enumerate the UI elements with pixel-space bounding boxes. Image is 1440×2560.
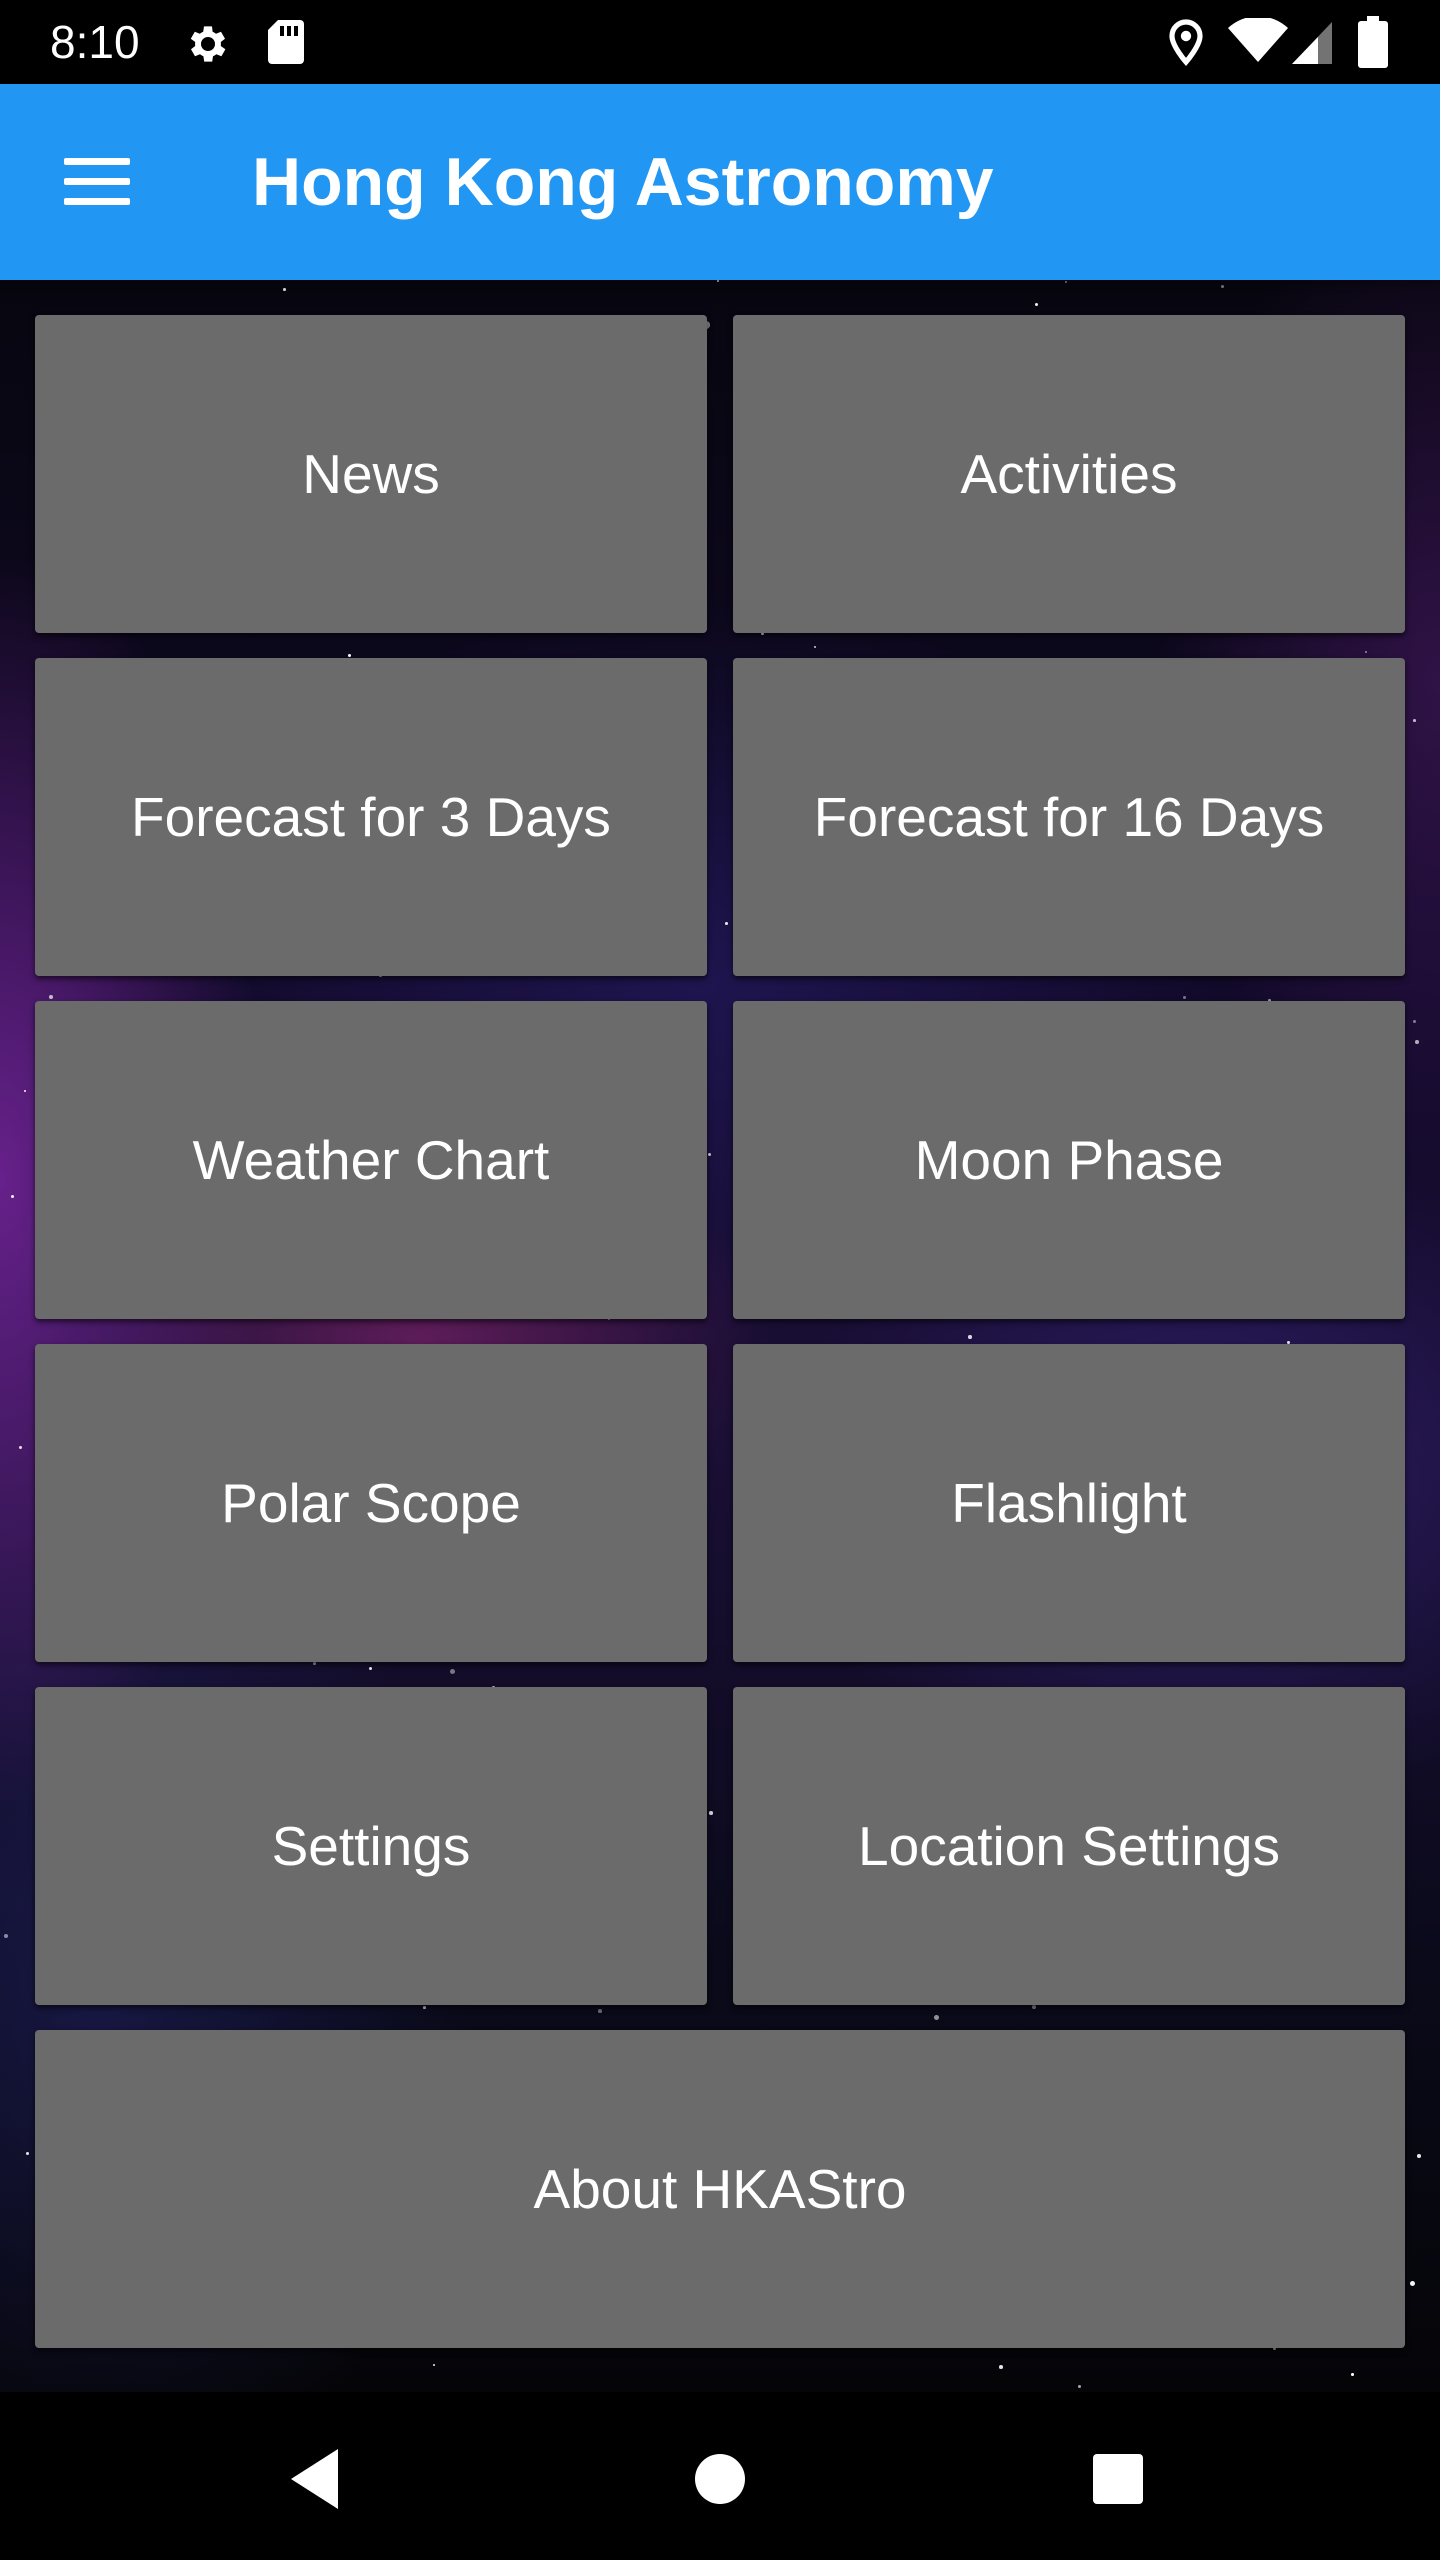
star bbox=[1417, 2154, 1421, 2158]
star bbox=[423, 2006, 426, 2009]
recents-icon[interactable] bbox=[1058, 2434, 1178, 2524]
star bbox=[1221, 285, 1225, 289]
star bbox=[49, 995, 53, 999]
tile-about-hkastro[interactable]: About HKAStro bbox=[35, 2030, 1405, 2348]
tile-label: Settings bbox=[271, 1815, 471, 1877]
tile-moon-phase[interactable]: Moon Phase bbox=[733, 1001, 1405, 1319]
tile-label: Forecast for 3 Days bbox=[131, 786, 611, 848]
app-title: Hong Kong Astronomy bbox=[252, 144, 994, 220]
tile-label: Activities bbox=[960, 443, 1178, 505]
tile-label: Location Settings bbox=[858, 1815, 1280, 1877]
location-icon bbox=[1169, 19, 1203, 66]
status-bar: 8:10 bbox=[0, 0, 1440, 84]
star bbox=[1078, 2385, 1081, 2388]
tile-label: About HKAStro bbox=[533, 2158, 907, 2220]
star bbox=[1032, 2005, 1036, 2009]
star bbox=[433, 2364, 436, 2367]
star bbox=[369, 1667, 373, 1671]
tile-location-settings[interactable]: Location Settings bbox=[733, 1687, 1405, 2005]
star bbox=[1351, 2373, 1354, 2376]
star bbox=[1413, 1020, 1417, 1024]
star bbox=[450, 1669, 456, 1675]
tile-label: Forecast for 16 Days bbox=[813, 786, 1325, 848]
home-icon[interactable] bbox=[660, 2434, 780, 2524]
star bbox=[26, 2152, 29, 2155]
star bbox=[999, 2365, 1003, 2369]
star bbox=[1413, 719, 1416, 722]
navigation-bar bbox=[0, 2392, 1440, 2560]
star bbox=[708, 1153, 712, 1157]
star bbox=[1183, 996, 1187, 1000]
star bbox=[348, 654, 352, 658]
tile-activities[interactable]: Activities bbox=[733, 315, 1405, 633]
wifi-icon bbox=[1228, 18, 1288, 62]
star bbox=[11, 1195, 15, 1199]
star bbox=[1065, 281, 1068, 284]
tile-flashlight[interactable]: Flashlight bbox=[733, 1344, 1405, 1662]
tile-forecast-16-days[interactable]: Forecast for 16 Days bbox=[733, 658, 1405, 976]
sd-card-icon bbox=[268, 20, 304, 64]
star bbox=[598, 2009, 602, 2013]
app-bar: Hong Kong Astronomy bbox=[0, 84, 1440, 280]
star bbox=[1035, 303, 1039, 307]
star bbox=[717, 280, 720, 283]
tile-forecast-3-days[interactable]: Forecast for 3 Days bbox=[35, 658, 707, 976]
star bbox=[709, 1811, 713, 1815]
star bbox=[4, 1934, 8, 1938]
status-time: 8:10 bbox=[50, 16, 140, 68]
tile-label: Polar Scope bbox=[221, 1472, 521, 1534]
settings-icon bbox=[190, 26, 226, 62]
star bbox=[19, 1446, 23, 1450]
signal-icon bbox=[1292, 22, 1332, 64]
tile-label: Moon Phase bbox=[914, 1129, 1224, 1191]
star bbox=[1415, 1040, 1419, 1044]
tile-news[interactable]: News bbox=[35, 315, 707, 633]
star bbox=[24, 1090, 27, 1093]
tile-weather-chart[interactable]: Weather Chart bbox=[35, 1001, 707, 1319]
tile-label: Flashlight bbox=[951, 1472, 1187, 1534]
tile-settings[interactable]: Settings bbox=[35, 1687, 707, 2005]
star bbox=[934, 2015, 939, 2020]
tile-label: Weather Chart bbox=[192, 1129, 550, 1191]
back-icon[interactable] bbox=[258, 2434, 378, 2524]
star bbox=[283, 288, 286, 291]
star bbox=[968, 1335, 972, 1339]
star bbox=[1410, 2281, 1416, 2287]
star bbox=[1365, 651, 1368, 654]
tile-polar-scope[interactable]: Polar Scope bbox=[35, 1344, 707, 1662]
tile-label: News bbox=[302, 443, 440, 505]
battery-icon bbox=[1358, 16, 1388, 68]
star bbox=[725, 922, 728, 925]
star bbox=[814, 646, 817, 649]
hamburger-menu-icon[interactable] bbox=[40, 132, 156, 232]
star bbox=[313, 1662, 316, 1665]
